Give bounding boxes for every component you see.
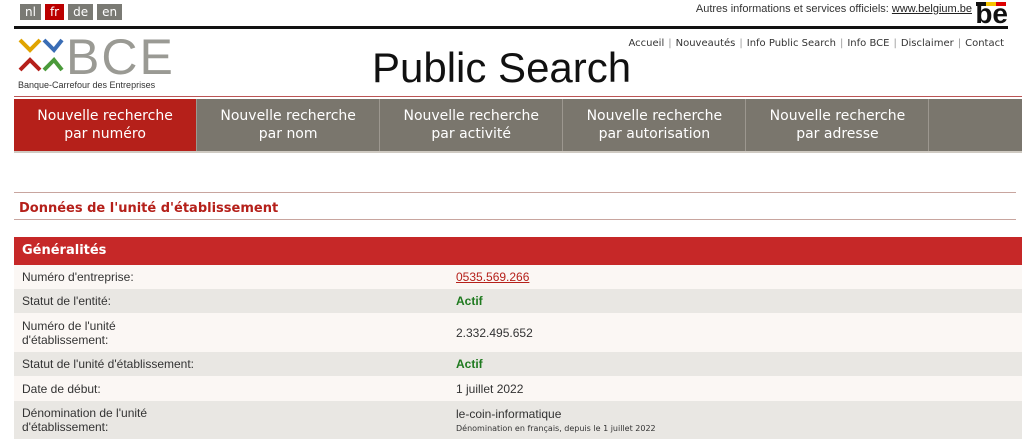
table-row: Numéro d'entreprise: 0535.569.266 <box>14 265 1022 289</box>
logo-subtitle: Banque-Carrefour des Entreprises <box>18 80 156 90</box>
link-disclaimer[interactable]: Disclaimer <box>897 38 958 49</box>
nav-label-line2: par nom <box>258 126 318 142</box>
nav-empty-slot <box>929 99 1022 151</box>
lang-de[interactable]: de <box>68 4 94 20</box>
link-accueil[interactable]: Accueil <box>625 38 669 49</box>
lang-nl[interactable]: nl <box>20 4 41 20</box>
nav-search-by-address[interactable]: Nouvelle recherche par adresse <box>746 99 930 151</box>
nav-label-line2: par activité <box>431 126 512 142</box>
page-title: Public Search <box>372 44 632 91</box>
section-divider-top <box>14 192 1016 193</box>
logo-text: BCE <box>66 29 175 85</box>
table-row: Numéro de l'unité d'établissement: 2.332… <box>14 313 1022 352</box>
belgium-link[interactable]: www.belgium.be <box>892 3 972 15</box>
lang-fr[interactable]: fr <box>44 4 65 20</box>
table-row: Statut de l'entité: Actif <box>14 289 1022 313</box>
nav-label-line1: Nouvelle recherche <box>586 108 723 124</box>
link-info-public-search[interactable]: Info Public Search <box>743 38 840 49</box>
table-row: Statut de l'unité d'établissement: Actif <box>14 352 1022 376</box>
row-label: Statut de l'entité: <box>22 294 112 308</box>
table-header: Généralités <box>14 237 1022 265</box>
unit-number-value: 2.332.495.652 <box>456 325 533 340</box>
unit-name-note: Dénomination en français, depuis le 1 ju… <box>456 424 656 433</box>
be-flag-icon <box>976 2 1006 6</box>
bce-logo-icon <box>18 38 64 72</box>
main-nav: Nouvelle recherche par numéro Nouvelle r… <box>14 99 1022 153</box>
lang-en[interactable]: en <box>97 4 123 20</box>
header-divider <box>14 96 1022 97</box>
nav-label-line2: par adresse <box>796 126 879 142</box>
nav-label-line1: Nouvelle recherche <box>37 108 173 124</box>
nav-label-line2: par numéro <box>64 126 146 142</box>
row-label: Statut de l'unité d'établissement: <box>22 357 195 371</box>
link-contact[interactable]: Contact <box>961 38 1008 49</box>
link-info-bce[interactable]: Info BCE <box>843 38 893 49</box>
row-label: Numéro d'entreprise: <box>22 270 134 284</box>
unit-status-value: Actif <box>456 357 483 371</box>
nav-search-by-activity[interactable]: Nouvelle recherche par activité <box>380 99 564 151</box>
section-divider-bottom <box>14 219 1016 220</box>
generalities-table: Généralités Numéro d'entreprise: 0535.56… <box>14 237 1022 439</box>
belgium-info-text: Autres informations et services officiel… <box>695 3 889 15</box>
bce-logo[interactable]: BCE Banque-Carrefour des Entreprises <box>18 29 178 92</box>
table-row: Dénomination de l'unité d'établissement:… <box>14 401 1022 439</box>
nav-search-by-number[interactable]: Nouvelle recherche par numéro <box>14 99 198 151</box>
table-row: Date de début: 1 juillet 2022 <box>14 376 1022 401</box>
nav-label-line1: Nouvelle recherche <box>220 108 356 124</box>
link-nouveautes[interactable]: Nouveautés <box>672 38 740 49</box>
nav-search-by-name[interactable]: Nouvelle recherche par nom <box>197 99 381 151</box>
row-label: Numéro de l'unité d'établissement: <box>22 318 116 347</box>
language-switcher: nl fr de en <box>20 4 123 20</box>
row-label: Date de début: <box>22 381 101 396</box>
section-title: Données de l'unité d'établissement <box>19 201 279 216</box>
entity-status-value: Actif <box>456 294 483 308</box>
start-date-value: 1 juillet 2022 <box>456 381 524 396</box>
nav-search-by-authorisation[interactable]: Nouvelle recherche par autorisation <box>563 99 747 151</box>
unit-name-value: le-coin-informatique <box>456 407 562 421</box>
belgium-info: Autres informations et services officiel… <box>696 3 972 15</box>
top-bar: nl fr de en Autres informations et servi… <box>14 0 1008 29</box>
enterprise-number-link[interactable]: 0535.569.266 <box>456 270 1022 284</box>
nav-label-line2: par autorisation <box>598 126 711 142</box>
nav-label-line1: Nouvelle recherche <box>403 108 539 124</box>
be-logo[interactable]: be <box>975 0 1008 28</box>
row-label: Dénomination de l'unité d'établissement: <box>22 406 148 434</box>
header-links: Accueil | Nouveautés | Info Public Search |… <box>625 38 1008 49</box>
nav-label-line1: Nouvelle recherche <box>769 108 906 124</box>
